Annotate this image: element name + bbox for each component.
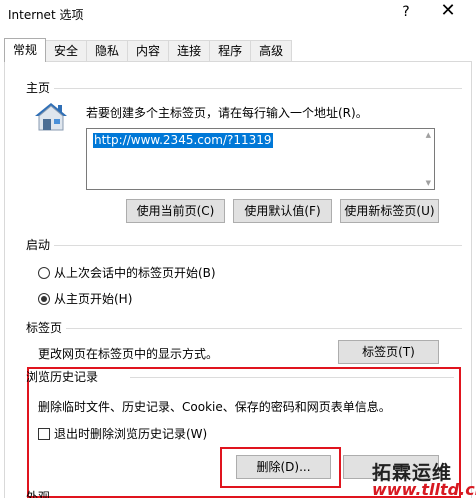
startup-last-session-radio[interactable]: 从上次会话中的标签页开始(B)	[38, 264, 216, 281]
house-icon	[35, 103, 67, 131]
home-description: 若要创建多个主标签页，请在每行输入一个地址(R)。	[86, 106, 368, 120]
tab-connections[interactable]: 连接	[169, 40, 211, 62]
home-divider	[54, 88, 462, 89]
tabs-divider	[66, 328, 462, 329]
delete-on-exit-label: 退出时删除浏览历史记录(W)	[54, 427, 208, 441]
tabs-description: 更改网页在标签页中的显示方式。	[38, 347, 219, 361]
startup-divider	[54, 245, 462, 246]
tab-privacy[interactable]: 隐私	[87, 40, 129, 62]
startup-home-radio[interactable]: 从主页开始(H)	[38, 290, 132, 307]
history-divider	[130, 377, 454, 378]
help-button[interactable]: ?	[392, 0, 420, 24]
startup-last-session-label: 从上次会话中的标签页开始(B)	[54, 266, 216, 280]
delete-history-button[interactable]: 删除(D)...	[236, 455, 331, 479]
history-heading: 浏览历史记录	[26, 370, 99, 384]
use-default-button[interactable]: 使用默认值(F)	[233, 199, 332, 223]
tab-security[interactable]: 安全	[46, 40, 88, 62]
window-title: Internet 选项	[8, 8, 84, 22]
startup-heading: 启动	[26, 238, 51, 252]
radio-checked-icon	[38, 292, 50, 305]
home-url-value: http://www.2345.com/?11319	[93, 133, 273, 148]
watermark-logo: 拓霖运维 www.tlltd.cn	[372, 458, 476, 498]
use-current-button[interactable]: 使用当前页(C)	[126, 199, 225, 223]
tab-programs[interactable]: 程序	[210, 40, 252, 62]
title-bar: Internet 选项 ? ✕	[0, 0, 476, 28]
tabs-settings-button[interactable]: 标签页(T)	[338, 340, 439, 364]
home-heading: 主页	[26, 81, 51, 95]
appearance-heading: 外观	[26, 490, 51, 498]
tab-content[interactable]: 内容	[128, 40, 170, 62]
checkbox-unchecked-icon	[38, 427, 50, 440]
watermark-url: www.tlltd.cn	[372, 480, 476, 498]
startup-home-label: 从主页开始(H)	[54, 292, 133, 306]
scroll-up-arrow-icon[interactable]: ▲	[426, 131, 431, 139]
tab-bar: 常规 安全 隐私 内容 连接 程序 高级	[4, 38, 293, 62]
scroll-down-arrow-icon[interactable]: ▼	[426, 179, 431, 187]
use-new-tab-button[interactable]: 使用新标签页(U)	[340, 199, 439, 223]
tab-advanced[interactable]: 高级	[251, 40, 293, 62]
tab-general[interactable]: 常规	[4, 38, 47, 62]
tabs-heading: 标签页	[26, 321, 63, 335]
close-button[interactable]: ✕	[420, 0, 476, 24]
radio-unchecked-icon	[38, 266, 50, 279]
home-url-textarea[interactable]: http://www.2345.com/?11319 ▲ ▼	[86, 128, 435, 190]
delete-on-exit-checkbox[interactable]: 退出时删除浏览历史记录(W)	[38, 425, 207, 442]
history-description: 删除临时文件、历史记录、Cookie、保存的密码和网页表单信息。	[38, 400, 391, 414]
